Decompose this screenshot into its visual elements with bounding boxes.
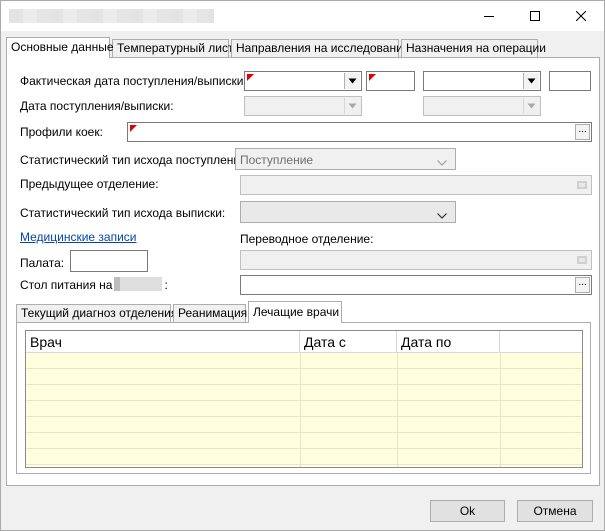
actual-admission-time-field[interactable] [366, 71, 415, 91]
grid-empty-row [26, 353, 582, 369]
grid-empty-row [26, 433, 582, 449]
discharge-date-field [423, 96, 541, 116]
meal-table-label: Стол питания на: [20, 277, 168, 292]
dialog-window: Основные данные Температурный лист Напра… [0, 0, 605, 531]
chevron-down-icon [523, 98, 539, 114]
column-header-date-from[interactable]: Дата с [300, 331, 397, 353]
chevron-down-icon [437, 155, 447, 169]
tab-reanimation[interactable]: Реанимация [173, 304, 247, 323]
ward-field[interactable] [70, 250, 148, 272]
ward-label: Палата: [20, 256, 65, 270]
actual-discharge-time-field[interactable] [549, 71, 591, 91]
column-header-date-to[interactable]: Дата по [397, 331, 500, 353]
column-header-doctor[interactable]: Врач [26, 331, 300, 353]
meal-table-label-suffix: : [164, 278, 168, 292]
bed-profiles-label: Профили коек: [20, 125, 103, 139]
stat-type-discharge-select[interactable] [240, 201, 456, 223]
tab-examination-referrals[interactable]: Направления на исследования [231, 39, 409, 57]
chevron-down-icon [437, 208, 447, 222]
actual-discharge-date-field[interactable] [423, 71, 541, 91]
grid-empty-row [26, 449, 582, 465]
required-marker-icon [369, 74, 376, 81]
close-button[interactable] [558, 1, 604, 31]
ellipsis-button[interactable]: ... [575, 277, 590, 293]
stat-type-admission-select: Поступление [235, 148, 456, 170]
doctors-grid[interactable]: Врач Дата с Дата по [25, 330, 583, 468]
grid-empty-row [26, 417, 582, 433]
redacted-date [114, 277, 163, 291]
stat-type-discharge-label: Статистический тип исхода выписки: [20, 206, 226, 220]
grid-empty-row [26, 385, 582, 401]
minimize-icon [484, 11, 494, 21]
meal-table-field[interactable]: ... [240, 275, 592, 295]
list-icon [574, 177, 590, 193]
ellipsis-button[interactable]: ... [575, 124, 590, 140]
cancel-button[interactable]: Отмена [517, 500, 593, 522]
required-marker-icon [130, 125, 137, 132]
meal-table-label-prefix: Стол питания на [20, 278, 113, 292]
admission-date-field [244, 96, 362, 116]
tab-attending-doctors[interactable]: Лечащие врачи [248, 301, 342, 323]
ok-button[interactable]: Ok [430, 500, 505, 522]
admission-date-label: Дата поступления/выписки: [20, 99, 174, 113]
required-marker-icon [247, 74, 254, 81]
list-icon [574, 252, 590, 268]
grid-header: Врач Дата с Дата по [26, 331, 582, 353]
maximize-button[interactable] [512, 1, 558, 31]
prev-department-field [240, 175, 592, 195]
stat-type-admission-label: Статистический тип исхода поступления: [20, 153, 250, 167]
stat-type-admission-value: Поступление [240, 153, 314, 167]
actual-admission-date-field[interactable] [244, 71, 362, 91]
chevron-down-icon[interactable] [344, 73, 360, 89]
prev-department-label: Предыдущее отделение: [20, 177, 159, 191]
attending-doctors-page: Врач Дата с Дата по [16, 322, 591, 474]
tab-main-data[interactable]: Основные данные [6, 37, 114, 58]
close-icon [576, 11, 586, 21]
tab-temperature-sheet[interactable]: Температурный лист [112, 39, 234, 57]
tab-current-diagnosis[interactable]: Текущий диагноз отделения [16, 304, 177, 323]
maximize-icon [530, 11, 540, 21]
actual-date-label: Фактическая дата поступления/выписки: [20, 74, 247, 88]
transfer-department-label: Переводное отделение: [240, 232, 374, 246]
window-title-redacted [9, 9, 214, 23]
chevron-down-icon [344, 98, 360, 114]
transfer-department-field [240, 250, 592, 270]
bed-profiles-field[interactable]: ... [127, 122, 592, 142]
title-bar [1, 1, 604, 31]
grid-empty-row [26, 369, 582, 385]
grid-empty-row [26, 401, 582, 417]
medical-records-link[interactable]: Медицинские записи [20, 230, 137, 244]
chevron-down-icon[interactable] [523, 73, 539, 89]
tab-surgery-assignments[interactable]: Назначения на операции [401, 39, 546, 57]
minimize-button[interactable] [466, 1, 512, 31]
column-header-extra[interactable] [500, 331, 582, 353]
